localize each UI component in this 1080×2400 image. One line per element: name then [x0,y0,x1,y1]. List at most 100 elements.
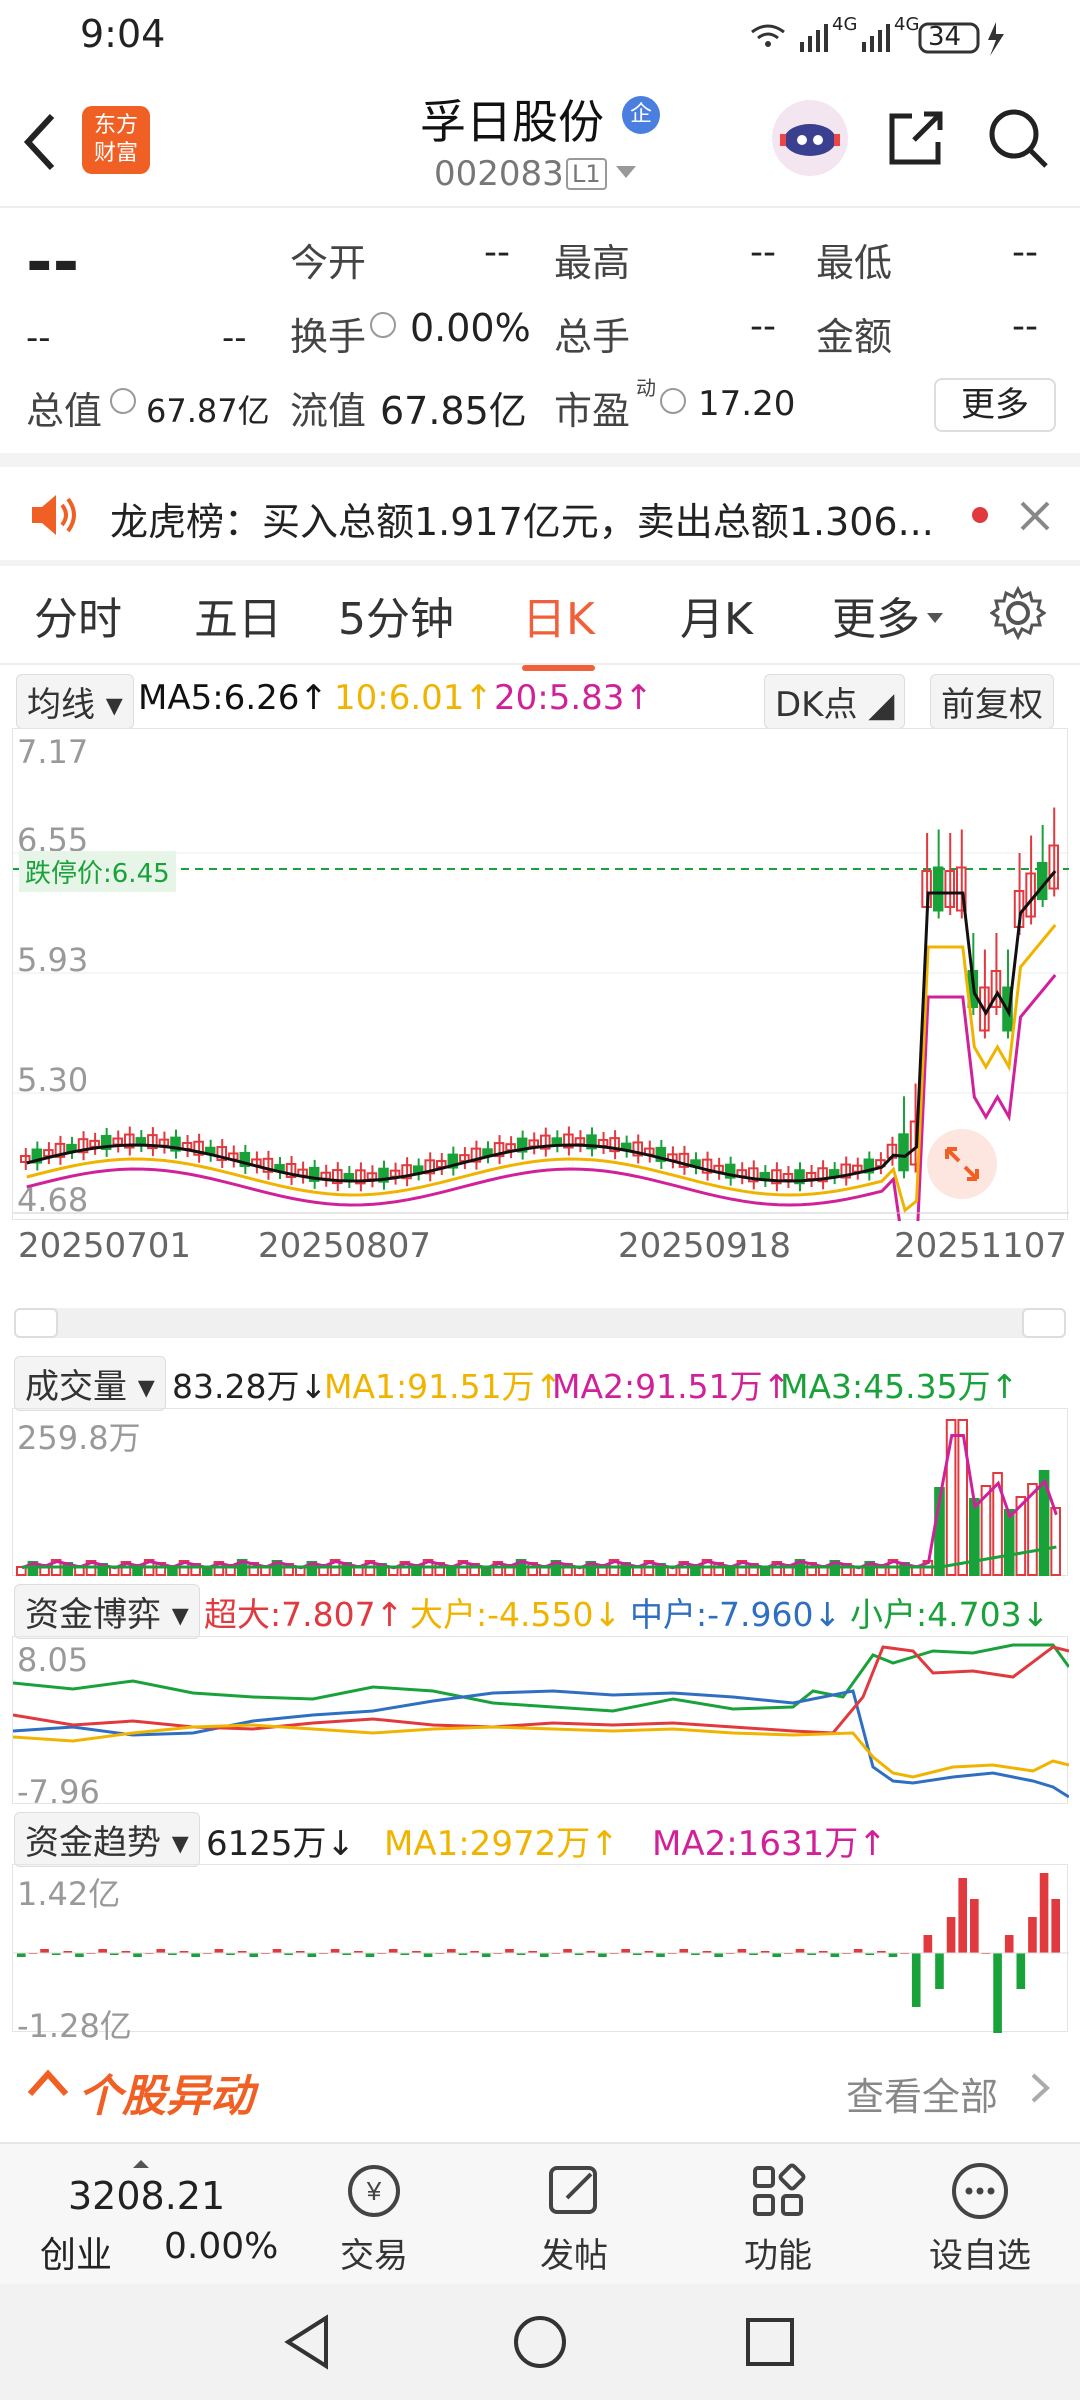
settings-button[interactable] [989,585,1047,645]
fund-trend-bar [1051,1899,1060,1953]
fund-trend-bar [133,1953,142,1957]
view-all-link[interactable]: 查看全部 [846,2066,998,2121]
volume-select[interactable]: 成交量 ▾ [14,1356,166,1411]
more-quote-button[interactable]: 更多 [934,378,1056,432]
info-dots-icon[interactable] [660,388,686,414]
amount-value: -- [1012,306,1038,347]
total-mv-label: 总值 [26,389,103,433]
fund-trend-bar [191,1953,200,1957]
volume-chart[interactable]: 259.8万 [12,1408,1068,1576]
expand-chart-button[interactable] [927,1129,997,1199]
total-mv-value: 67.87亿 [146,392,270,430]
share-button[interactable] [884,106,948,174]
net-type-1: 4G [832,14,858,35]
more-dots-icon [952,2163,1008,2219]
search-button[interactable] [986,106,1050,174]
caret-up-icon [132,2154,150,2173]
fund-trend-chart[interactable]: 1.42亿 -1.28亿 [12,1864,1069,2045]
notice-bar[interactable]: 龙虎榜：买入总额1.917亿元，卖出总额1.306... [0,467,1080,563]
x-label-4: 20251107 [894,1226,1068,1266]
adjust-select[interactable]: 前复权 [930,674,1054,729]
info-dots-icon[interactable] [110,388,136,414]
index-change: 0.00% [164,2226,279,2267]
kline-x-axis: 20250701 20250807 20250918 20251107 [0,1218,1080,1266]
info-dots-icon[interactable] [370,312,396,338]
volume-select-label: 成交量 [25,1367,127,1407]
tab-monthly-k[interactable]: 月K [680,583,753,647]
fund-trend-bar [830,1953,840,1957]
edit-icon [549,2166,597,2214]
index-ticker[interactable]: 3208.21 创业 0.00% [0,2144,290,2286]
fund-trend-legend: 资金趋势 ▾ 6125万↓ MA1:2972万↑ MA2:1631万↑ [0,1808,1080,1867]
speaker-icon [28,491,80,543]
logo-line2: 财富 [93,141,138,166]
notice-text: 龙虎榜：买入总额1.917亿元，卖出总额1.306... [110,500,934,544]
amount-label: 金额 [816,315,893,359]
collapse-icon[interactable] [26,2064,70,2104]
chart-range-scrollbar[interactable] [14,1308,1066,1338]
fund-trend-bar [98,1949,107,1953]
indicator-select[interactable]: 均线 ▾ [16,674,134,729]
fund-trend-select[interactable]: 资金趋势 ▾ [14,1812,200,1867]
logo-line1: 东方 [93,113,138,138]
tab-five-day[interactable]: 五日 [194,583,282,647]
limit-down-price: 跌停价:6.45 [19,851,176,892]
ai-assistant-icon[interactable] [772,100,848,176]
high-label: 最高 [554,241,631,285]
fund-trend-bar [272,1949,282,1953]
fund-trend-bar [447,1949,456,1953]
fund-trend-bar [214,1949,224,1953]
trade-button[interactable]: ¥ 交易 [314,2144,434,2277]
post-button[interactable]: 发帖 [514,2144,634,2277]
tab-5min[interactable]: 5分钟 [338,583,454,647]
x-label-2: 20250807 [258,1226,432,1266]
volume-bar [1003,1509,1015,1576]
fund-trend-bar [679,1949,689,1953]
close-notice-button[interactable] [1018,499,1052,537]
level-dropdown-icon[interactable] [614,164,638,184]
fund-large: 大户:-4.550↓ [410,1595,622,1634]
fund-trend-bar [17,1953,26,1957]
circle-home-icon [514,2316,566,2368]
chart-period-tabs: 分时 五日 5分钟 日K 月K 更多 [0,565,1080,671]
volume-ma1: MA1:91.51万↑ [324,1367,563,1406]
x-label-3: 20250918 [618,1226,792,1266]
scroll-handle-right[interactable] [1022,1308,1066,1338]
fund-trend-bar [656,1953,665,1957]
fund-game-select[interactable]: 资金博弈 ▾ [14,1584,200,1639]
high-value: -- [750,232,776,273]
nav-home-button[interactable] [512,2314,568,2374]
eastmoney-logo[interactable]: 东方 财富 [82,106,150,174]
grid-icon [753,2163,806,2216]
y-label-top: 7.17 [17,733,89,771]
nav-back-button[interactable] [282,2314,334,2374]
fund-trend-bar [1016,1953,1026,1989]
scroll-handle-left[interactable] [14,1308,58,1338]
tab-more[interactable]: 更多 [832,583,920,647]
fund-trend-bar [481,1953,491,1957]
back-button[interactable] [20,110,60,178]
float-mv-label: 流值 [290,389,367,433]
fund-trend-bar [1028,1917,1037,1953]
gear-icon [989,585,1047,641]
fund-trend-bar [923,1935,933,1953]
pe-label: 市盈 [554,389,631,433]
fund-game-chart[interactable]: 8.05 -7.96 [12,1636,1071,1811]
nav-recents-button[interactable] [744,2316,796,2372]
dk-point-select[interactable]: DK点 ◢ [764,674,906,729]
volume-y-max: 259.8万 [17,1419,141,1457]
add-watchlist-button[interactable]: 设自选 [920,2144,1040,2277]
stock-name: 孚日股份 [420,95,604,149]
volume-bar [969,1498,980,1576]
fund-trend-ma2: MA2:1631万↑ [652,1824,887,1864]
triangle-back-icon [284,2314,328,2370]
unread-dot [972,507,988,523]
tab-intraday[interactable]: 分时 [34,583,122,647]
fund-trend-select-label: 资金趋势 [25,1823,161,1863]
fund-trend-bar [946,1917,956,1953]
dk-select-label: DK点 [775,685,858,725]
fund-trend-bar [330,1949,340,1953]
kline-chart[interactable]: 7.17 6.55 5.93 5.30 4.68 跌停价:6.45 [12,728,1069,1264]
tab-daily-k[interactable]: 日K [522,583,595,671]
function-button[interactable]: 功能 [718,2144,838,2277]
